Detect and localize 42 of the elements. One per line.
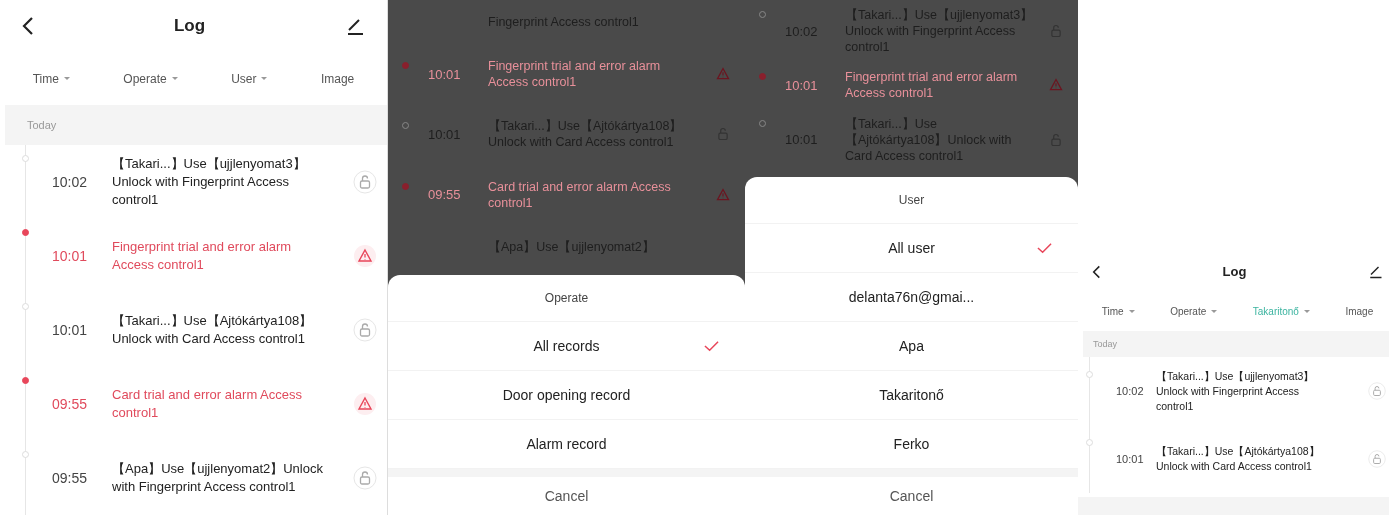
- entry-time: 10:02: [1115, 385, 1145, 398]
- entry-text: Fingerprint trial and error alarm Access control1: [112, 238, 293, 274]
- back-icon[interactable]: [22, 16, 34, 36]
- filter-dropdown[interactable]: Operate: [1164, 301, 1224, 321]
- entry-text: Fingerprint trial and error alarm Access control1: [845, 69, 1019, 102]
- entry-text: 【Takari...】Use【ujjlenyomat3】Unlock with Fingerprint Access control1: [1156, 368, 1316, 414]
- unlock-icon: [1368, 450, 1386, 469]
- entry-text: 【Apa】Use【ujjlenyomat2】Unlock with Fingerprint Access control1: [112, 460, 324, 496]
- unlock-icon: [1368, 382, 1386, 401]
- entry-time: 10:01: [51, 322, 89, 338]
- entry-time: 10:01: [428, 66, 462, 82]
- entry-text: Fingerprint trial and error alarm Access control1: [488, 58, 662, 91]
- entry-time: 10:01: [785, 78, 819, 93]
- warning-icon: [353, 244, 377, 268]
- filter-dropdown[interactable]: User: [225, 67, 274, 90]
- entry-time: 10:01: [51, 248, 89, 264]
- entry-text: Card trial and error alarm Access control1: [112, 386, 303, 422]
- unlock-icon: [353, 318, 377, 342]
- section-label: Today: [1093, 339, 1118, 349]
- filter-dropdown[interactable]: Operate: [117, 67, 184, 90]
- entry-time: 09:55: [428, 187, 462, 203]
- filter-dropdown[interactable]: Time: [1095, 301, 1141, 321]
- back-icon[interactable]: [1092, 264, 1101, 279]
- page-title: Log: [1222, 264, 1247, 280]
- entry-time: 09:55: [51, 396, 89, 412]
- unlock-icon: [353, 170, 377, 194]
- entry-text: 【Takari...】Use【Ajtókártya108】Unlock with Card Access control1: [1156, 444, 1321, 475]
- entry-text: 【Takari...】Use【Ajtókártya108】Unlock with Card Access control1: [112, 312, 314, 348]
- edit-icon[interactable]: [1368, 264, 1383, 280]
- entry-time: 10:02: [51, 174, 89, 190]
- entry-text: 【Takari...】Use【ujjlenyomat3】Unlock with Fingerprint Access control1: [112, 155, 307, 209]
- filter-dropdown[interactable]: Image: [1339, 301, 1380, 321]
- filter-dropdown[interactable]: Image: [314, 67, 361, 90]
- filter-dropdown[interactable]: Time: [26, 67, 76, 90]
- edit-icon[interactable]: [345, 16, 365, 36]
- unlock-icon: [353, 466, 377, 490]
- warning-icon: [353, 392, 377, 416]
- entry-text: Card trial and error alarm Access control1: [488, 178, 672, 211]
- section-label: Today: [27, 119, 57, 131]
- page-title: Log: [173, 16, 206, 36]
- entry-time: 10:01: [1115, 453, 1145, 466]
- entry-time: 09:55: [51, 470, 89, 486]
